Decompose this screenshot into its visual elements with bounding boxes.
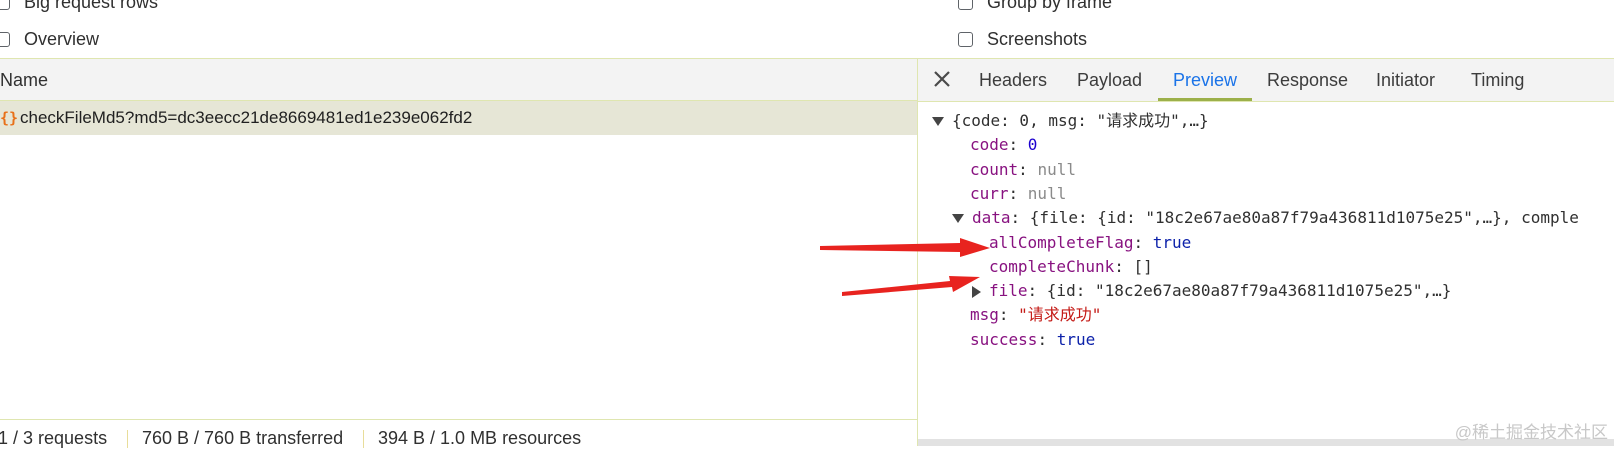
annotation-arrow bbox=[820, 238, 990, 257]
annotation-arrow bbox=[842, 276, 980, 296]
annotation-arrows bbox=[820, 238, 990, 296]
watermark: @稀土掘金技术社区 bbox=[1454, 423, 1608, 442]
